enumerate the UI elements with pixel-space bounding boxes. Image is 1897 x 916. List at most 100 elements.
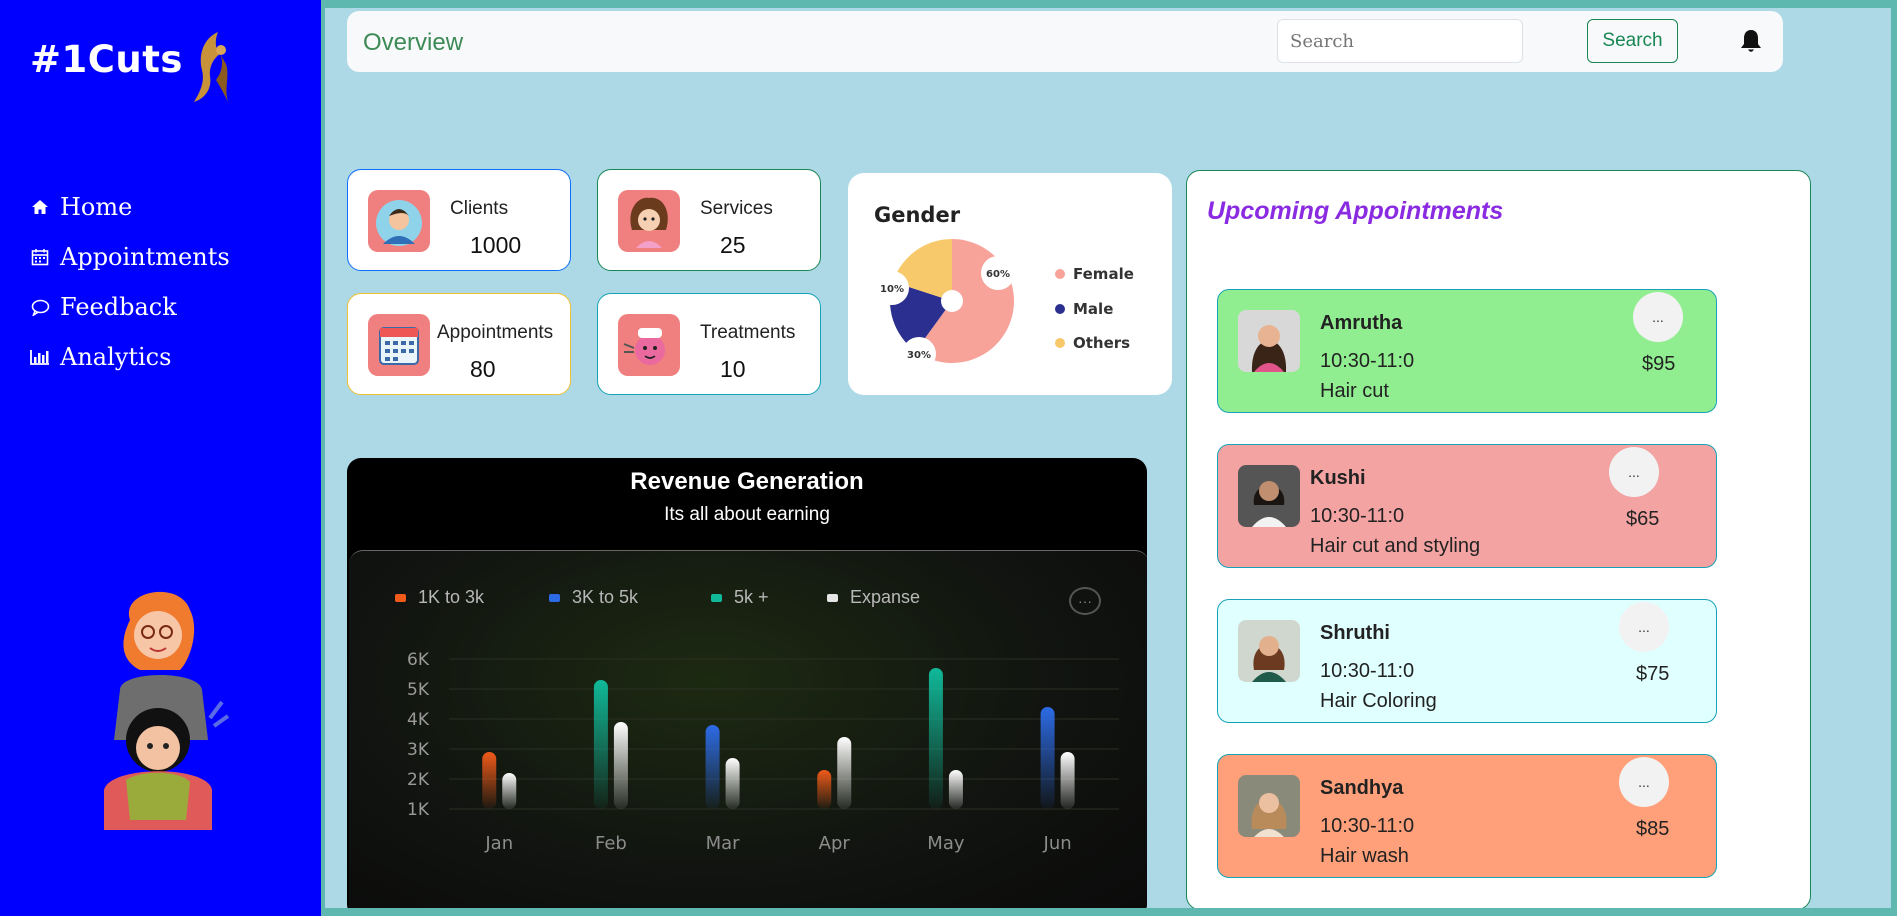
legend-male: Male [1073, 300, 1113, 318]
stat-card-clients[interactable]: Clients 1000 [347, 169, 571, 271]
appointment-price: $95 [1642, 353, 1676, 375]
sidebar-item-appointments[interactable]: Appointments [30, 232, 230, 282]
bar-1k-to-3k-apr [817, 770, 832, 809]
stat-card-services[interactable]: Services 25 [597, 169, 821, 271]
bar-expanse-mar [725, 758, 740, 809]
main-content: Overview Search Clients 1000 Services 25… [325, 8, 1891, 908]
appointments-title: Upcoming Appointments [1207, 197, 1504, 225]
appointment-card[interactable]: Shruthi 10:30-11:0 Hair Coloring $75 ... [1217, 599, 1717, 723]
bar-expanse-may [948, 770, 963, 809]
appointment-price: $75 [1636, 663, 1670, 685]
top-bar: Overview Search [347, 11, 1783, 72]
appointment-time: 10:30-11:0 [1310, 505, 1405, 527]
stat-value: 80 [470, 356, 496, 382]
bar-expanse-jun [1060, 752, 1075, 809]
gender-chart-card: Gender 60% 30% 10% Female Male Others [848, 173, 1172, 395]
appointment-card[interactable]: Kushi 10:30-11:0 Hair cut and styling $6… [1217, 444, 1717, 568]
stat-value: 10 [720, 356, 746, 382]
bar-chart-icon [30, 347, 50, 367]
revenue-card: Revenue Generation Its all about earning… [347, 458, 1147, 908]
pie-label-others: 10% [880, 284, 904, 295]
bar-expanse-apr [837, 737, 852, 809]
avatar [1238, 465, 1300, 527]
stat-label: Treatments [700, 322, 796, 343]
search-button[interactable]: Search [1587, 19, 1678, 63]
bar-expanse-feb [613, 722, 628, 809]
appointment-card[interactable]: Amrutha 10:30-11:0 Hair cut $95 ... [1217, 289, 1717, 413]
appointment-more-button[interactable]: ... [1619, 757, 1669, 807]
x-tick-label: Feb [595, 833, 627, 854]
y-tick-label: 5K [407, 680, 430, 700]
sidebar: #1Cuts Home Appointments Feedback Analyt… [0, 0, 321, 916]
stat-label: Appointments [437, 322, 554, 343]
gender-pie-svg: 60% 30% 10% Female Male Others [875, 239, 1134, 371]
bar-expanse-jan [502, 773, 517, 809]
x-tick-label: Jan [484, 833, 513, 854]
sidebar-item-home[interactable]: Home [30, 182, 230, 232]
y-tick-label: 4K [407, 710, 430, 730]
y-tick-label: 6K [407, 650, 430, 670]
bell-icon[interactable] [1737, 27, 1765, 55]
revenue-title: Revenue Generation [630, 468, 864, 495]
appointment-service: Hair cut [1320, 380, 1389, 402]
appointment-more-button[interactable]: ... [1633, 292, 1683, 342]
bar-5k--may [928, 668, 943, 809]
appointment-card[interactable]: Sandhya 10:30-11:0 Hair wash $85 ... [1217, 754, 1717, 878]
revenue-subtitle: Its all about earning [664, 504, 830, 525]
treatment-spa-icon [618, 314, 680, 376]
x-tick-label: Mar [706, 833, 741, 854]
bar-3k-to-5k-jun [1040, 707, 1055, 809]
home-icon [30, 197, 50, 217]
revenue-chart: 1K to 3k 3K to 5k 5k + Expanse ··· 6K 5K… [349, 550, 1147, 908]
x-tick-label: May [927, 833, 965, 854]
avatar [1238, 620, 1300, 682]
upcoming-appointments-panel: Upcoming Appointments Amrutha 10:30-11:0… [1186, 170, 1811, 908]
brand-name[interactable]: #1Cuts [30, 38, 183, 81]
bar-3k-to-5k-mar [705, 725, 720, 809]
stat-label: Clients [450, 198, 509, 219]
stat-label: Services [700, 198, 773, 219]
sidebar-item-feedback[interactable]: Feedback [30, 282, 230, 332]
y-tick-label: 2K [407, 770, 430, 790]
appointment-time: 10:30-11:0 [1320, 660, 1415, 682]
client-name: Kushi [1310, 467, 1366, 489]
stat-card-appointments[interactable]: Appointments 80 [347, 293, 571, 395]
sidebar-item-analytics[interactable]: Analytics [30, 332, 230, 382]
appointment-price: $85 [1636, 818, 1670, 840]
bar-chart-svg: 6K 5K 4K 3K 2K 1K Jan Feb Mar Apr May Jun [407, 650, 1119, 854]
legend-others: Others [1073, 334, 1130, 352]
x-tick-label: Jun [1043, 833, 1072, 854]
client-name: Sandhya [1320, 777, 1404, 799]
bar-1k-to-3k-jan [482, 752, 497, 809]
appointment-time: 10:30-11:0 [1320, 350, 1415, 372]
x-tick-label: Apr [819, 833, 851, 854]
salon-logo-icon [194, 32, 228, 102]
hairdresser-illustration [104, 591, 230, 830]
appointment-calendar-icon [368, 314, 430, 376]
avatar [1238, 775, 1300, 837]
appointment-price: $65 [1626, 508, 1660, 530]
bar-5k--feb [593, 680, 608, 809]
pie-label-male: 30% [907, 350, 931, 361]
sidebar-item-label: Analytics [60, 343, 172, 371]
appointment-time: 10:30-11:0 [1320, 815, 1415, 837]
appointment-more-button[interactable]: ... [1609, 447, 1659, 497]
appointment-more-button[interactable]: ... [1619, 602, 1669, 652]
stat-card-treatments[interactable]: Treatments 10 [597, 293, 821, 395]
stat-value: 1000 [470, 232, 522, 258]
y-tick-label: 1K [407, 800, 430, 820]
sidebar-item-label: Home [60, 193, 133, 221]
sidebar-item-label: Feedback [60, 293, 177, 321]
legend-female: Female [1073, 265, 1134, 283]
stat-value: 25 [720, 232, 746, 258]
page-title: Overview [363, 29, 464, 56]
client-name: Amrutha [1320, 312, 1403, 334]
client-name: Shruthi [1320, 622, 1390, 644]
appointment-service: Hair wash [1320, 845, 1409, 867]
avatar [1238, 310, 1300, 372]
search-input[interactable] [1277, 19, 1523, 63]
comment-icon [30, 297, 50, 317]
y-tick-label: 3K [407, 740, 430, 760]
pie-label-female: 60% [986, 269, 1010, 280]
calendar-icon [30, 247, 50, 267]
